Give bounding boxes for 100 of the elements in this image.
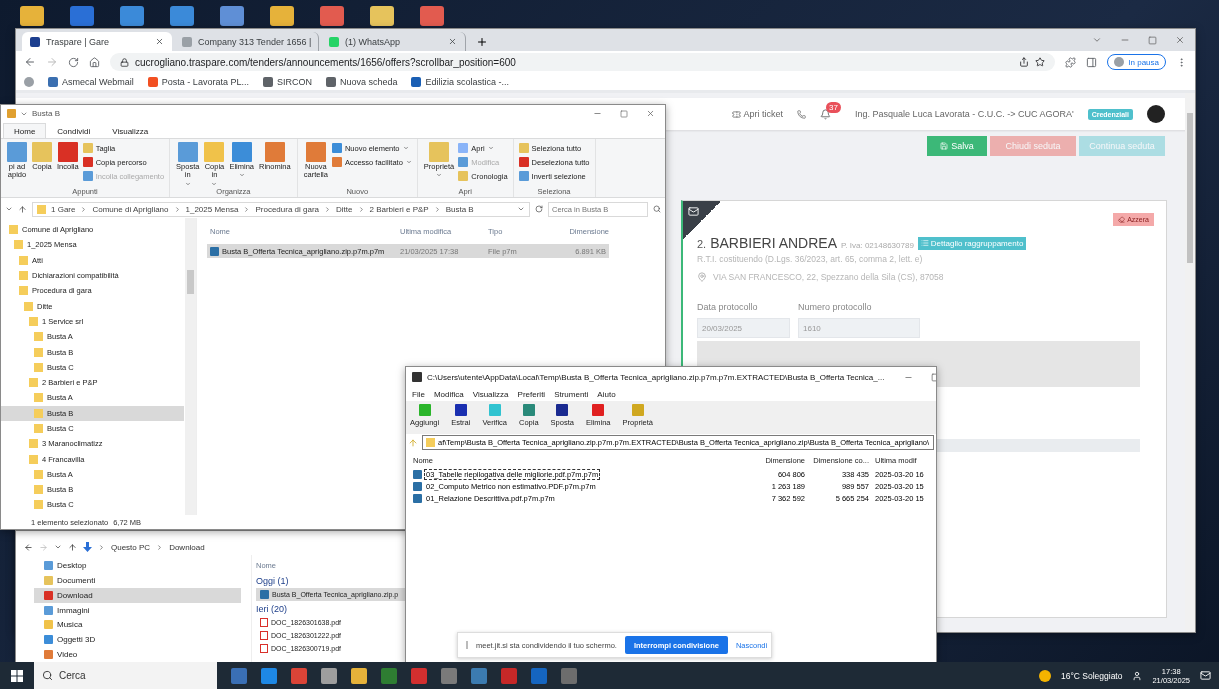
windows-icon[interactable] — [11, 669, 23, 682]
maximize-icon[interactable] — [1148, 35, 1157, 45]
breadcrumb[interactable]: Questo PC — [111, 542, 151, 552]
back-icon[interactable] — [24, 56, 36, 68]
app-icon[interactable] — [261, 667, 277, 684]
close-icon[interactable] — [155, 37, 164, 46]
drag-handle-icon[interactable] — [466, 641, 468, 649]
ribbon-icon — [204, 142, 225, 162]
group-header[interactable]: Oggi (1) — [256, 573, 405, 588]
shortcut-icon[interactable] — [420, 6, 444, 26]
address-bar[interactable]: cucrogliano.traspare.com/tenders/announcements/1656/offers?scrollbar_position=600 — [110, 53, 1056, 71]
chevron-icon — [156, 543, 164, 551]
app-icon[interactable] — [441, 667, 457, 684]
nav-item[interactable]: Immagini — [34, 602, 241, 618]
ticket-link[interactable]: Apri ticket — [731, 109, 784, 119]
caret-icon — [184, 180, 191, 187]
ribbon-tab[interactable]: Condividi — [46, 123, 102, 138]
side-panel-icon[interactable] — [1086, 56, 1098, 68]
up-icon[interactable] — [68, 542, 77, 552]
breadcrumb[interactable]: Download — [169, 542, 205, 552]
share-icon[interactable] — [1019, 57, 1030, 67]
vat-number: P. Iva: 02148630789 — [841, 241, 914, 250]
weather-text[interactable]: 16°C Soleggiato — [1060, 670, 1123, 681]
caret-icon — [238, 172, 245, 179]
search-icon[interactable] — [653, 205, 661, 213]
ribbon-tab[interactable]: Visualizza — [101, 123, 160, 138]
close-icon[interactable] — [1175, 35, 1185, 45]
app-icon[interactable] — [351, 667, 367, 684]
sun-icon — [1038, 669, 1051, 682]
bookmark[interactable]: Posta - Lavorata PL... — [147, 76, 249, 87]
field-label: Numero protocollo — [798, 302, 873, 312]
extensions-icon[interactable] — [1065, 56, 1077, 68]
close-icon[interactable] — [646, 109, 655, 118]
shortcut-icon[interactable] — [270, 6, 294, 26]
shortcut-icon[interactable] — [220, 6, 244, 26]
ribbon-icon — [331, 157, 342, 167]
eraser-icon — [1118, 216, 1126, 223]
ticket-icon — [731, 109, 741, 119]
app-icon[interactable] — [291, 667, 307, 684]
menu-item[interactable]: Modifica — [433, 389, 464, 399]
nav-item[interactable]: Musica — [34, 617, 241, 633]
menu-item[interactable]: Preferiti — [517, 389, 546, 399]
ribbon-icon — [458, 143, 469, 153]
tool-icon — [418, 404, 431, 416]
favicon-icon — [411, 76, 422, 87]
home-icon[interactable] — [89, 56, 100, 68]
tool-icon — [488, 404, 501, 416]
ribbon-icon — [231, 142, 252, 162]
chevron-icon — [517, 205, 525, 213]
star-icon[interactable] — [1035, 57, 1046, 67]
avatar-icon — [1114, 57, 1125, 67]
nav-item[interactable]: Documenti — [34, 572, 241, 588]
shortcut-icon[interactable] — [120, 6, 144, 26]
user-avatar[interactable] — [1147, 105, 1165, 123]
close-icon[interactable] — [448, 37, 457, 46]
window-title: Busta B — [32, 109, 60, 118]
person-icon[interactable] — [1132, 670, 1143, 681]
back-icon[interactable] — [24, 542, 33, 552]
search-field[interactable]: Cerca — [34, 662, 217, 689]
shortcut-icon[interactable] — [320, 6, 344, 26]
shortcut-icon[interactable] — [170, 6, 194, 26]
scrollbar[interactable] — [185, 218, 196, 515]
app-icon[interactable] — [471, 667, 487, 684]
chevron-icon[interactable] — [5, 205, 13, 213]
group-header[interactable]: Ieri (20) — [256, 601, 405, 616]
shortcut-icon[interactable] — [370, 6, 394, 26]
nav-item[interactable]: Download — [34, 587, 241, 603]
maximize-icon[interactable] — [620, 109, 628, 118]
bell-icon[interactable] — [820, 108, 832, 120]
ribbon-icon — [264, 142, 285, 162]
refresh-icon[interactable] — [535, 205, 543, 213]
menu-item[interactable]: Aiuto — [597, 389, 616, 399]
app-icon — [412, 372, 422, 382]
nav-item[interactable]: Desktop — [34, 558, 241, 573]
nav-item[interactable]: Video — [34, 647, 241, 662]
chevron-icon[interactable] — [54, 543, 62, 551]
menu-item[interactable]: File — [412, 389, 425, 399]
chevron-icon — [324, 205, 332, 213]
caret-icon — [402, 145, 409, 151]
bookmark[interactable]: SIRCON — [262, 76, 312, 87]
ribbon-icon — [7, 142, 27, 162]
company-address: VIA SAN FRANCESCO, 22, Spezzano della Sila (CS), 87058 — [713, 272, 944, 282]
menu-item[interactable]: Visualizza — [472, 389, 509, 399]
bookmark[interactable]: Asmecal Webmail — [48, 76, 134, 87]
shortcut-icon[interactable] — [20, 6, 44, 26]
address-bar[interactable]: 1 Gare Comune di Aprigliano 1_2025 Mensa Procedura di gara Ditte 2 Barbieri e P&P Busta B — [32, 201, 530, 217]
bookmark[interactable]: Nuova scheda — [325, 76, 398, 87]
ribbon-tab[interactable]: Home — [3, 123, 47, 138]
shortcut-icon[interactable] — [70, 6, 94, 26]
up-icon[interactable] — [18, 204, 27, 214]
phone-icon[interactable] — [797, 109, 807, 119]
menu-item[interactable]: Strumenti — [554, 389, 589, 399]
reload-icon[interactable] — [68, 56, 79, 68]
notification-icon[interactable] — [1200, 670, 1211, 681]
new-tab-icon[interactable] — [476, 36, 488, 48]
nav-item[interactable]: Oggetti 3D — [34, 632, 241, 648]
chevron-icon[interactable] — [1092, 35, 1102, 45]
app-icon[interactable] — [321, 667, 337, 684]
browser-tab[interactable]: Traspare | Gare — [22, 32, 172, 51]
bookmark[interactable]: Edilizia scolastica -... — [411, 76, 509, 87]
